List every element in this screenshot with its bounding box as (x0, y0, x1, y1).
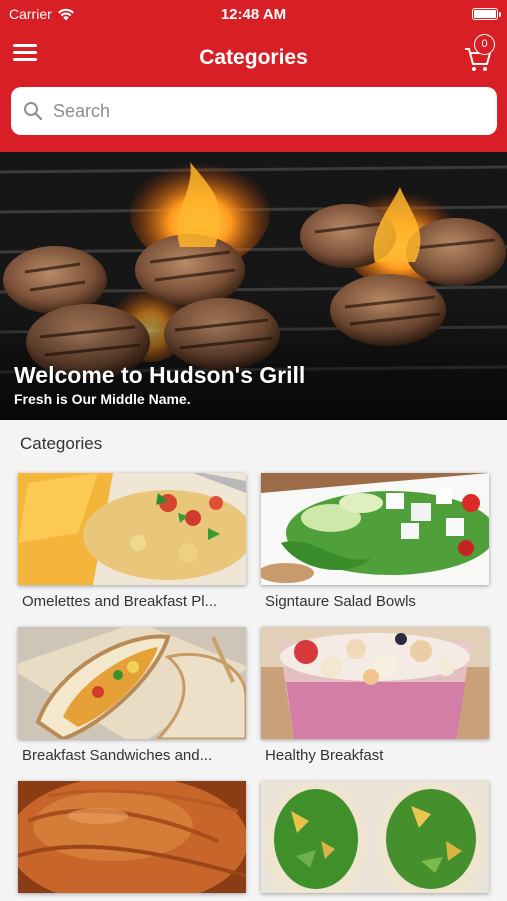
hero-text: Welcome to Hudson's Grill Fresh is Our M… (14, 362, 305, 407)
search-bar[interactable] (11, 87, 497, 135)
category-image-healthy-breakfast (261, 627, 489, 739)
category-card-wraps[interactable] (261, 781, 489, 901)
category-card-pastries[interactable] (18, 781, 246, 901)
category-card-breakfast-sandwiches[interactable]: Breakfast Sandwiches and... (18, 627, 246, 764)
category-image-pastries (18, 781, 246, 893)
category-label: Signtaure Salad Bowls (265, 593, 416, 610)
category-label: Omelettes and Breakfast Pl... (22, 593, 218, 610)
category-image-breakfast-sandwiches (18, 627, 246, 739)
search-input[interactable] (51, 99, 475, 123)
category-label: Breakfast Sandwiches and... (22, 747, 213, 764)
category-image-salad-bowls (261, 473, 489, 585)
cart-count-badge: 0 (474, 34, 495, 55)
category-label: Healthy Breakfast (265, 747, 384, 764)
status-time: 12:48 AM (220, 6, 287, 23)
nav-bar: Categories 0 (0, 34, 507, 80)
header-bar: Carrier 12:48 AM Categories 0 (0, 0, 507, 152)
category-card-healthy-breakfast[interactable]: Healthy Breakfast (261, 627, 489, 764)
status-bar: Carrier 12:48 AM (0, 0, 507, 30)
category-image-wraps (261, 781, 489, 893)
category-card-omelettes[interactable]: Omelettes and Breakfast Pl... (18, 473, 246, 610)
section-title: Categories (20, 434, 103, 453)
category-card-salad-bowls[interactable]: Signtaure Salad Bowls (261, 473, 489, 610)
battery-icon (472, 8, 501, 20)
hero-title: Welcome to Hudson's Grill (14, 362, 306, 388)
cart-button[interactable]: 0 (463, 34, 497, 71)
search-icon (24, 102, 43, 121)
hero-subtitle: Fresh is Our Middle Name. (14, 391, 191, 407)
category-image-omelettes (18, 473, 246, 585)
page-title: Categories (199, 46, 308, 69)
